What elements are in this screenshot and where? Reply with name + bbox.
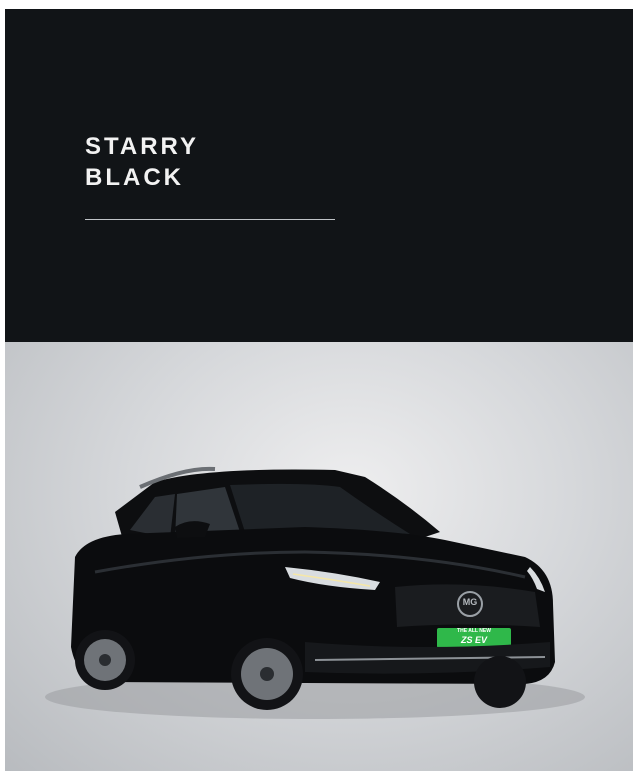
car-photo: THE ALL NEW ZS EV MG <box>5 342 633 771</box>
car-illustration <box>45 466 585 719</box>
model-badge: THE ALL NEW ZS EV <box>437 628 511 648</box>
color-name-line-2: BLACK <box>85 164 184 191</box>
model-badge-line-2: ZS EV <box>460 635 487 645</box>
grille-logo: MG <box>462 597 478 607</box>
heading-divider <box>85 219 335 220</box>
color-option-card: STARRY BLACK THE ALL NEW ZS EV MG <box>5 9 633 771</box>
model-badge-line-1: THE ALL NEW <box>457 628 491 634</box>
color-header-panel: STARRY BLACK <box>5 9 633 342</box>
color-name-heading: STARRY BLACK <box>85 131 199 193</box>
color-name-line-1: STARRY <box>85 133 199 160</box>
